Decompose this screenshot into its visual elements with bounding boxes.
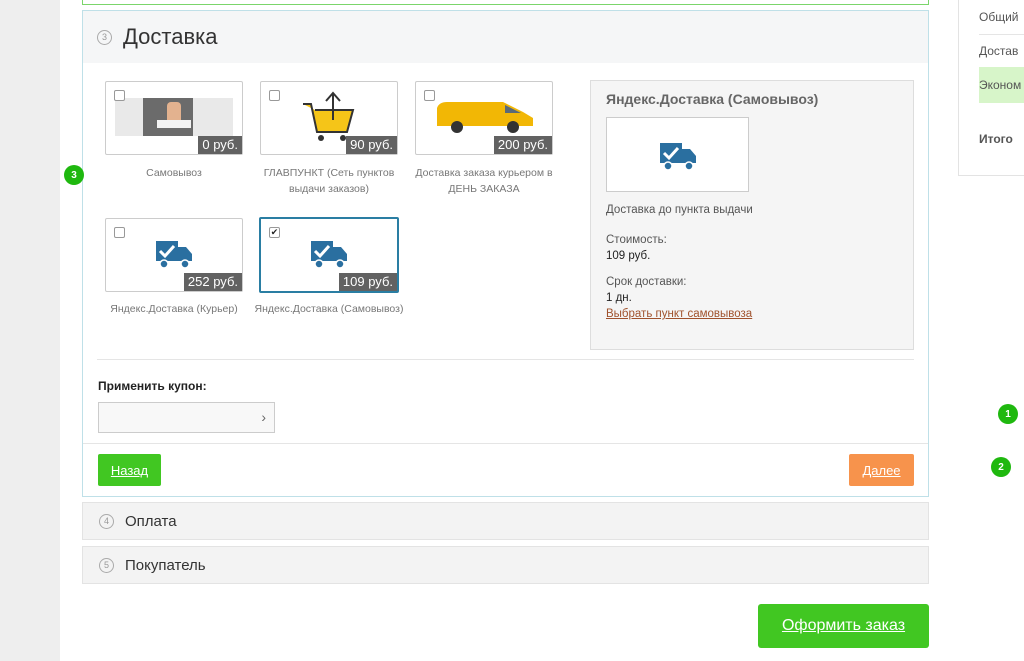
summary-divider (979, 34, 1024, 35)
option-price: 109 руб. (338, 273, 397, 291)
option-checkbox[interactable] (269, 90, 280, 101)
summary-row: Достав (979, 44, 1019, 58)
step-badge: 2 (991, 457, 1011, 477)
left-gutter (0, 0, 60, 661)
delivery-option-glavpunkt[interactable]: 90 руб. (260, 81, 398, 155)
option-label: Самовывоз (146, 167, 202, 179)
step-number: 4 (99, 513, 114, 529)
option-label: Яндекс.Доставка (Курьер) (110, 303, 238, 315)
step-number: 3 (97, 29, 112, 45)
option-label: Яндекс.Доставка (Самовывоз) (254, 303, 404, 315)
summary-row: Общий (979, 10, 1019, 24)
term-label: Срок доставки: (606, 276, 687, 288)
delivery-title: Доставка (123, 24, 218, 49)
delivery-option-courier[interactable]: 200 руб. (415, 81, 553, 155)
option-price: 90 руб. (346, 136, 397, 154)
place-order-button[interactable]: Оформить заказ (758, 604, 929, 648)
step-badge: 3 (64, 165, 84, 185)
chevron-right-icon[interactable]: › (261, 409, 266, 425)
cost-value: 109 руб. (606, 250, 651, 262)
truck-check-icon (269, 229, 389, 277)
option-checkbox[interactable] (114, 227, 125, 238)
delivery-footer (83, 443, 928, 496)
term-value: 1 дн. (606, 292, 632, 304)
option-label: ГЛАВПУНКТ (Сеть пунктов выдачи заказов) (263, 167, 395, 195)
choose-pickup-link[interactable]: Выбрать пункт самовывоза (606, 308, 898, 320)
option-price: 252 руб. (183, 273, 242, 291)
delivery-header: 3 Доставка (83, 11, 928, 63)
option-checkbox[interactable] (424, 90, 435, 101)
option-checkbox[interactable]: ✔ (269, 227, 280, 238)
step-number: 5 (99, 557, 114, 573)
summary-row: Эконом (979, 78, 1022, 92)
next-button[interactable]: Далее (849, 454, 914, 486)
payment-section[interactable]: 4 Оплата (82, 502, 929, 540)
option-label: Доставка заказа курьером в ДЕНЬ ЗАКАЗА (415, 167, 553, 195)
order-summary-panel: Общий Достав Эконом Итого (958, 0, 1024, 176)
buyer-title: Покупатель (125, 556, 206, 574)
delivery-option-yandex-pickup[interactable]: ✔ 109 руб. (259, 217, 399, 293)
payment-title: Оплата (125, 512, 177, 530)
coupon-label: Применить купон: (98, 379, 207, 393)
option-checkbox[interactable] (114, 90, 125, 101)
back-button[interactable]: Назад (98, 454, 161, 486)
pickup-image (114, 92, 234, 140)
truck-check-icon (114, 229, 234, 277)
option-price: 0 руб. (198, 136, 242, 154)
option-price: 200 руб. (493, 136, 552, 154)
summary-total-label: Итого (979, 132, 1013, 146)
delivery-option-yandex-courier[interactable]: 252 руб. (105, 218, 243, 292)
divider (97, 359, 914, 360)
cost-label: Стоимость: (606, 234, 667, 246)
cart-icon (269, 91, 389, 141)
coupon-input[interactable]: › (98, 402, 275, 433)
van-image (424, 92, 544, 140)
delivery-info-panel: Яндекс.Доставка (Самовывоз) Доставка до … (590, 80, 914, 350)
step-badge: 1 (998, 404, 1018, 424)
info-title: Яндекс.Доставка (Самовывоз) (606, 91, 819, 107)
previous-section-bottom (82, 0, 929, 5)
info-description: Доставка до пункта выдачи (606, 204, 753, 216)
delivery-option-pickup[interactable]: 0 руб. (105, 81, 243, 155)
truck-check-icon (606, 117, 749, 192)
buyer-section[interactable]: 5 Покупатель (82, 546, 929, 584)
